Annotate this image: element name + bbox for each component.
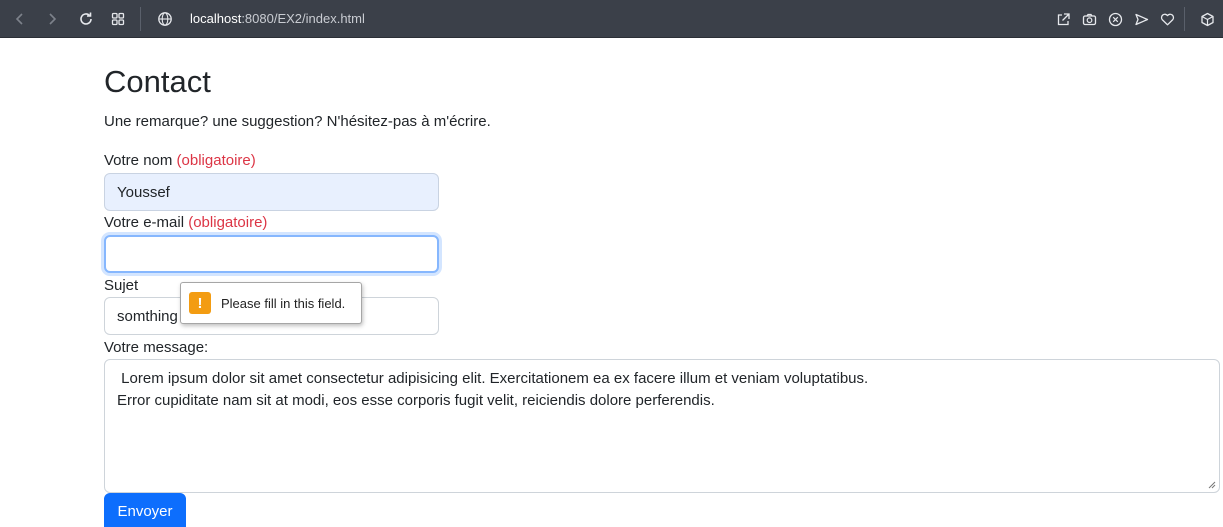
forward-icon[interactable]: [40, 0, 64, 38]
email-field[interactable]: [104, 235, 439, 273]
validation-message: Please fill in this field.: [221, 295, 346, 311]
send-icon[interactable]: [1129, 0, 1153, 38]
name-field[interactable]: [104, 173, 439, 211]
heart-icon[interactable]: [1155, 0, 1179, 38]
tab-grid-icon[interactable]: [106, 0, 130, 38]
message-line: Error cupiditate nam sit at modi, eos es…: [117, 392, 715, 409]
message-line: Lorem ipsum dolor sit amet consectetur a…: [117, 370, 869, 387]
validation-tooltip: ! Please fill in this field.: [180, 282, 362, 324]
toolbar-divider: [1184, 7, 1185, 31]
email-label-text: Votre e-mail: [104, 214, 185, 231]
name-required-hint: (obligatoire): [176, 152, 256, 169]
reload-icon[interactable]: [74, 0, 98, 38]
globe-icon[interactable]: [153, 0, 177, 38]
resize-handle-icon[interactable]: [1208, 481, 1216, 489]
message-textarea[interactable]: Lorem ipsum dolor sit amet consectetur a…: [104, 359, 1220, 493]
warning-icon: !: [189, 292, 211, 314]
url-host: localhost: [190, 11, 242, 26]
page-title: Contact: [104, 64, 211, 99]
url-path: :8080/EX2/index.html: [241, 11, 365, 26]
email-label: Votre e-mail (obligatoire): [104, 214, 267, 231]
email-required-hint: (obligatoire): [188, 214, 268, 231]
toolbar-divider: [140, 7, 141, 31]
name-label: Votre nom (obligatoire): [104, 152, 256, 169]
message-label: Votre message:: [104, 339, 209, 356]
address-bar[interactable]: localhost:8080/EX2/index.html: [190, 0, 365, 38]
camera-icon[interactable]: [1077, 0, 1101, 38]
name-label-text: Votre nom: [104, 152, 173, 169]
box-icon[interactable]: [1195, 0, 1219, 38]
back-icon[interactable]: [8, 0, 32, 38]
subject-label: Sujet: [104, 277, 139, 294]
shield-icon[interactable]: [1103, 0, 1127, 38]
submit-button[interactable]: Envoyer: [104, 493, 186, 527]
share-icon[interactable]: [1051, 0, 1075, 38]
browser-toolbar: localhost:8080/EX2/index.html: [0, 0, 1223, 38]
intro-text: Une remarque? une suggestion? N'hésitez-…: [104, 113, 491, 130]
